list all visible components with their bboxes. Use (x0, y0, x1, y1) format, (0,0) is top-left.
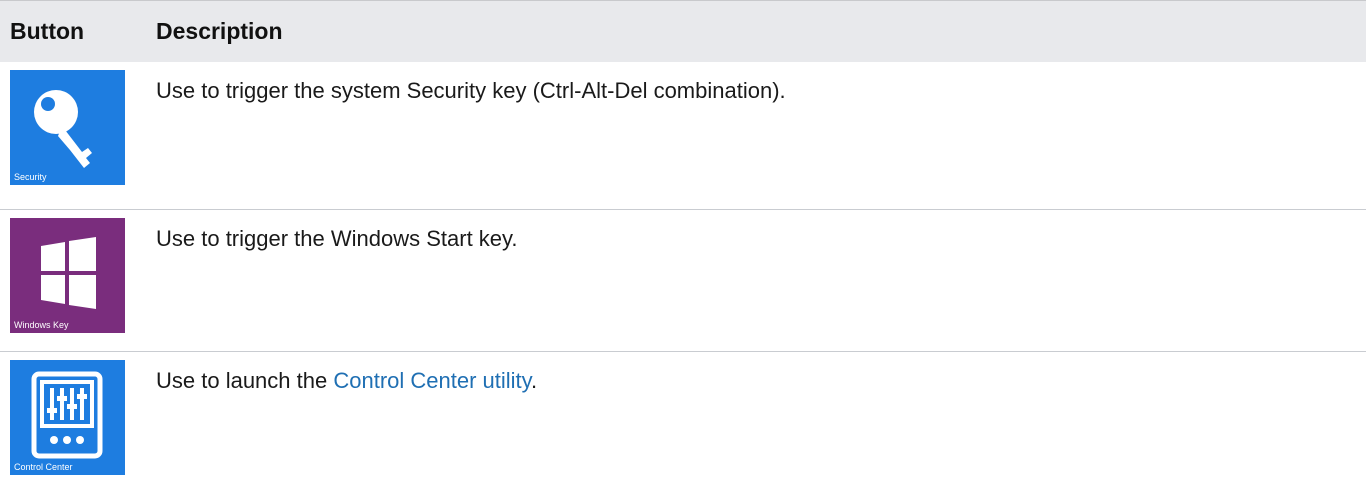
windows-logo-icon (41, 237, 96, 309)
table-header: Button Description (0, 0, 1366, 62)
button-cell: Security (0, 62, 156, 209)
tile-label: Windows Key (14, 320, 69, 330)
button-cell: Control Center (0, 352, 156, 497)
table-row: Control Center Use to launch the Control… (0, 352, 1366, 497)
button-cell: Windows Key (0, 210, 156, 351)
tile-label: Control Center (14, 462, 73, 472)
tile-label: Security (14, 172, 47, 182)
buttons-table: Button Description Security Use to trigg… (0, 0, 1366, 497)
table-row: Security Use to trigger the system Secur… (0, 62, 1366, 210)
description-cell: Use to trigger the Windows Start key. (156, 226, 518, 251)
control-center-tile: Control Center (10, 360, 125, 475)
sliders-icon (31, 371, 103, 459)
key-icon (34, 90, 92, 168)
table-row: Windows Key Use to trigger the Windows S… (0, 210, 1366, 352)
description-cell: Use to trigger the system Security key (… (156, 78, 786, 103)
description-cell: Use to launch the Control Center utility… (156, 352, 537, 497)
windows-key-tile: Windows Key (10, 218, 125, 333)
description-suffix: . (531, 368, 538, 393)
description-prefix: Use to launch the (156, 368, 334, 393)
column-header-button: Button (10, 18, 85, 44)
control-center-utility-link[interactable]: Control Center utility (333, 368, 531, 393)
column-header-description: Description (156, 18, 283, 44)
security-tile: Security (10, 70, 125, 185)
